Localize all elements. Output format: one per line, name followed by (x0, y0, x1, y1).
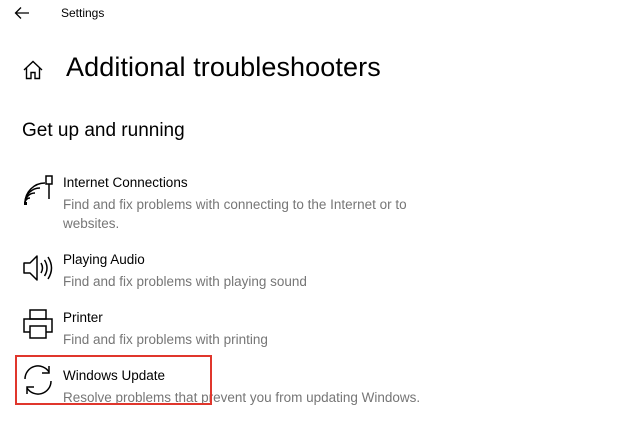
item-description: Resolve problems that prevent you from u… (63, 390, 421, 405)
item-name: Windows Update (63, 368, 166, 383)
home-button[interactable] (21, 58, 45, 82)
item-description: Find and fix problems with playing sound (63, 274, 307, 289)
app-title: Settings (61, 6, 105, 20)
item-name: Playing Audio (63, 252, 145, 267)
home-icon (23, 60, 43, 80)
internet-connections-icon (24, 175, 53, 205)
item-name: Printer (63, 310, 103, 325)
title-bar: Settings (0, 0, 640, 28)
item-name: Internet Connections (63, 175, 188, 190)
item-description: Find and fix problems with printing (63, 332, 268, 347)
troubleshooter-internet-connections[interactable]: Internet Connections Find and fix proble… (18, 175, 458, 231)
back-arrow-icon (14, 7, 29, 19)
troubleshooter-playing-audio[interactable]: Playing Audio Find and fix problems with… (18, 252, 458, 292)
printer-icon (23, 309, 53, 339)
speaker-icon (23, 255, 53, 281)
back-button[interactable] (10, 3, 34, 23)
section-title: Get up and running (22, 120, 185, 141)
troubleshooter-windows-update[interactable]: Windows Update Resolve problems that pre… (18, 365, 458, 408)
troubleshooter-printer[interactable]: Printer Find and fix problems with print… (18, 309, 458, 350)
refresh-icon (24, 365, 52, 395)
item-description: Find and fix problems with connecting to… (63, 197, 407, 231)
page-title: Additional troubleshooters (66, 52, 381, 82)
